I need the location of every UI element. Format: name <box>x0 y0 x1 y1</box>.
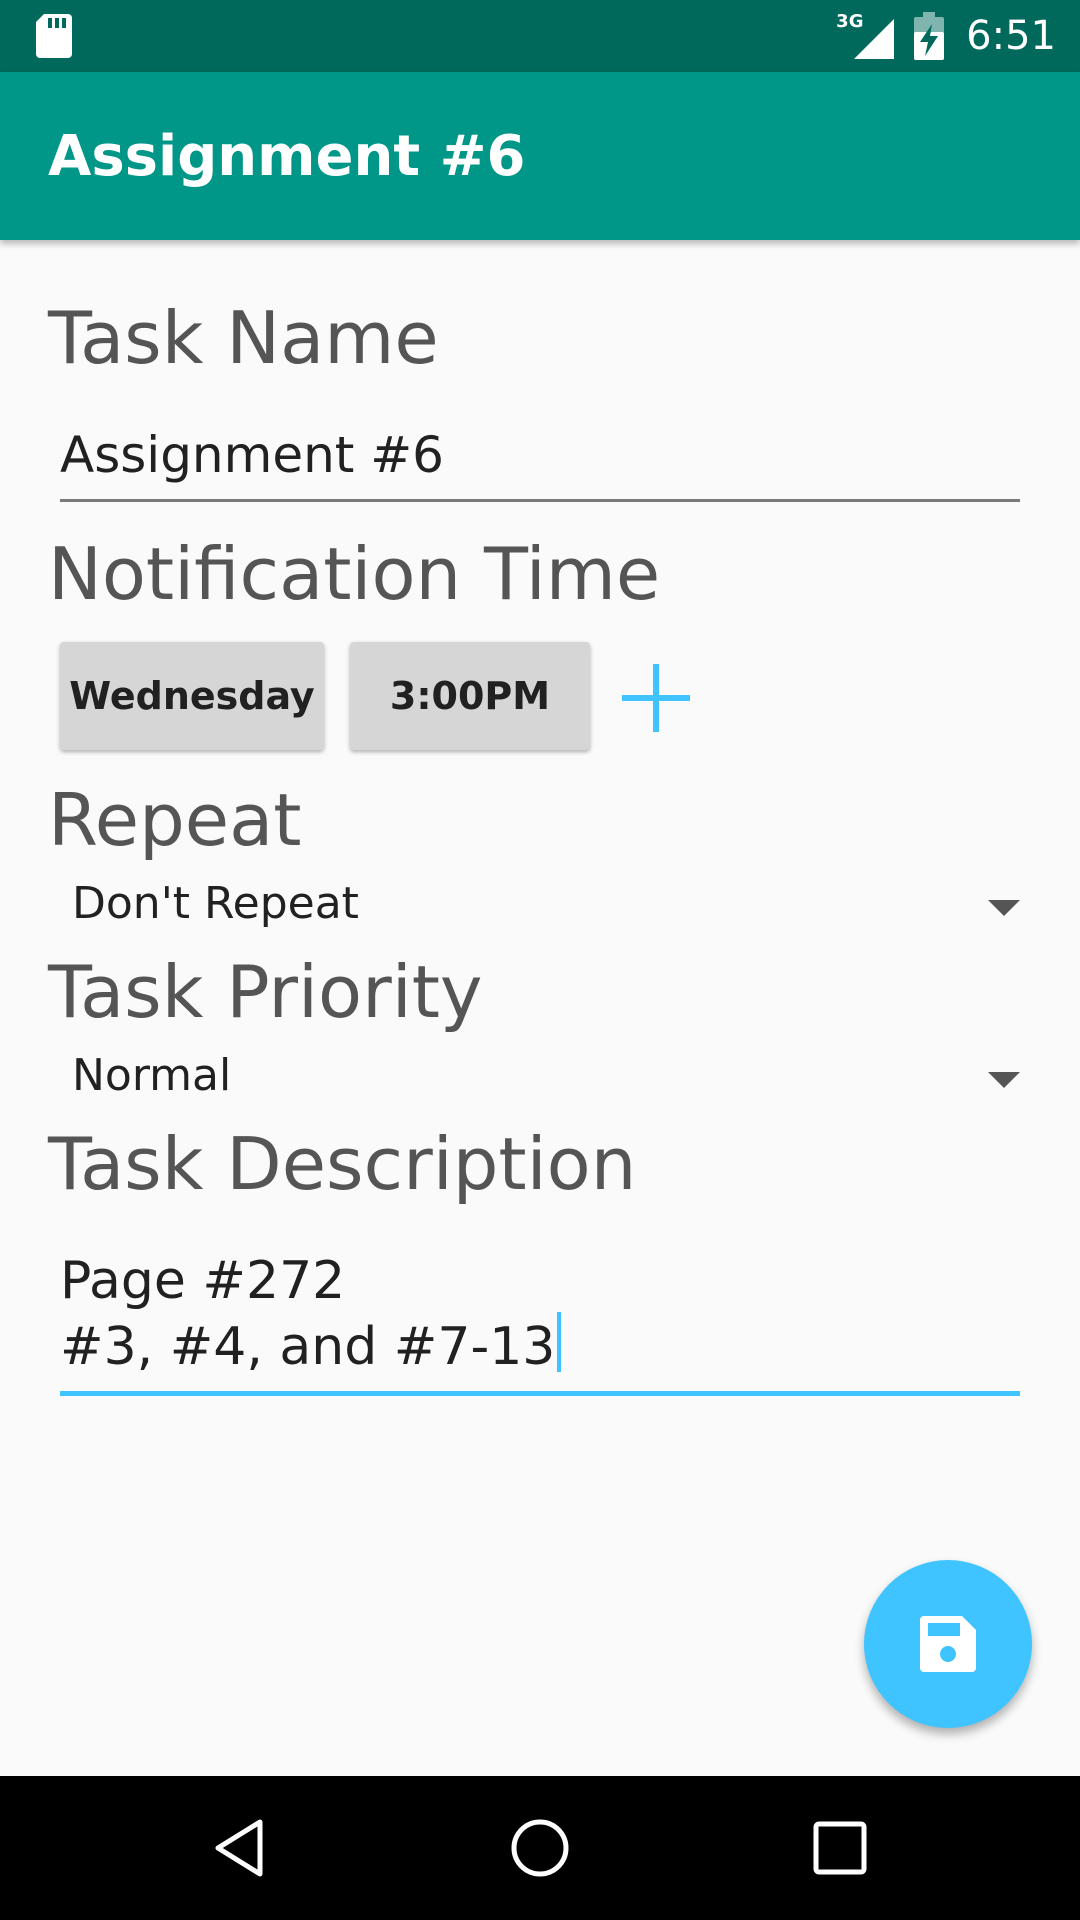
home-button[interactable] <box>460 1776 620 1920</box>
clock: 6:51 <box>966 13 1056 59</box>
save-icon <box>920 1616 976 1672</box>
priority-dropdown[interactable]: Normal <box>72 1046 1020 1116</box>
task-description-label: Task Description <box>48 1122 637 1206</box>
task-description-text: Page #272 #3, #4, and #7-13 <box>60 1251 556 1377</box>
navigation-bar <box>0 1776 1080 1920</box>
page-title: Assignment #6 <box>48 124 526 189</box>
repeat-label: Repeat <box>48 778 302 862</box>
recents-icon <box>813 1821 867 1875</box>
notification-time-label: Notification Time <box>48 532 661 616</box>
home-icon <box>511 1819 569 1877</box>
battery-charging-icon <box>914 12 945 60</box>
text-cursor <box>557 1312 562 1372</box>
task-name-input[interactable]: Assignment #6 <box>60 420 1020 502</box>
task-description-value: Page #272 #3, #4, and #7-13 <box>60 1250 1020 1378</box>
task-name-value: Assignment #6 <box>60 426 444 484</box>
save-button[interactable] <box>864 1560 1032 1728</box>
day-picker-button[interactable]: Wednesday <box>60 642 324 750</box>
time-picker-button[interactable]: 3:00PM <box>350 642 590 750</box>
repeat-selected-value: Don't Repeat <box>72 878 359 929</box>
task-name-label: Task Name <box>48 296 439 380</box>
recents-button[interactable] <box>760 1776 920 1920</box>
priority-selected-value: Normal <box>72 1050 232 1101</box>
dropdown-arrow-icon <box>988 900 1020 916</box>
app-bar: Assignment #6 <box>0 72 1080 240</box>
sd-card-icon <box>36 14 72 58</box>
plus-icon[interactable] <box>622 664 690 732</box>
back-icon <box>215 1819 263 1877</box>
back-button[interactable] <box>160 1776 320 1920</box>
signal-icon: 3G <box>836 11 895 59</box>
task-name-underline <box>60 499 1020 502</box>
task-description-input[interactable]: Page #272 #3, #4, and #7-13 <box>60 1250 1020 1396</box>
repeat-dropdown[interactable]: Don't Repeat <box>72 874 1020 944</box>
task-priority-label: Task Priority <box>48 950 483 1034</box>
dropdown-arrow-icon <box>988 1072 1020 1088</box>
status-bar: 3G 6:51 <box>0 0 1080 72</box>
task-description-underline <box>60 1391 1020 1396</box>
